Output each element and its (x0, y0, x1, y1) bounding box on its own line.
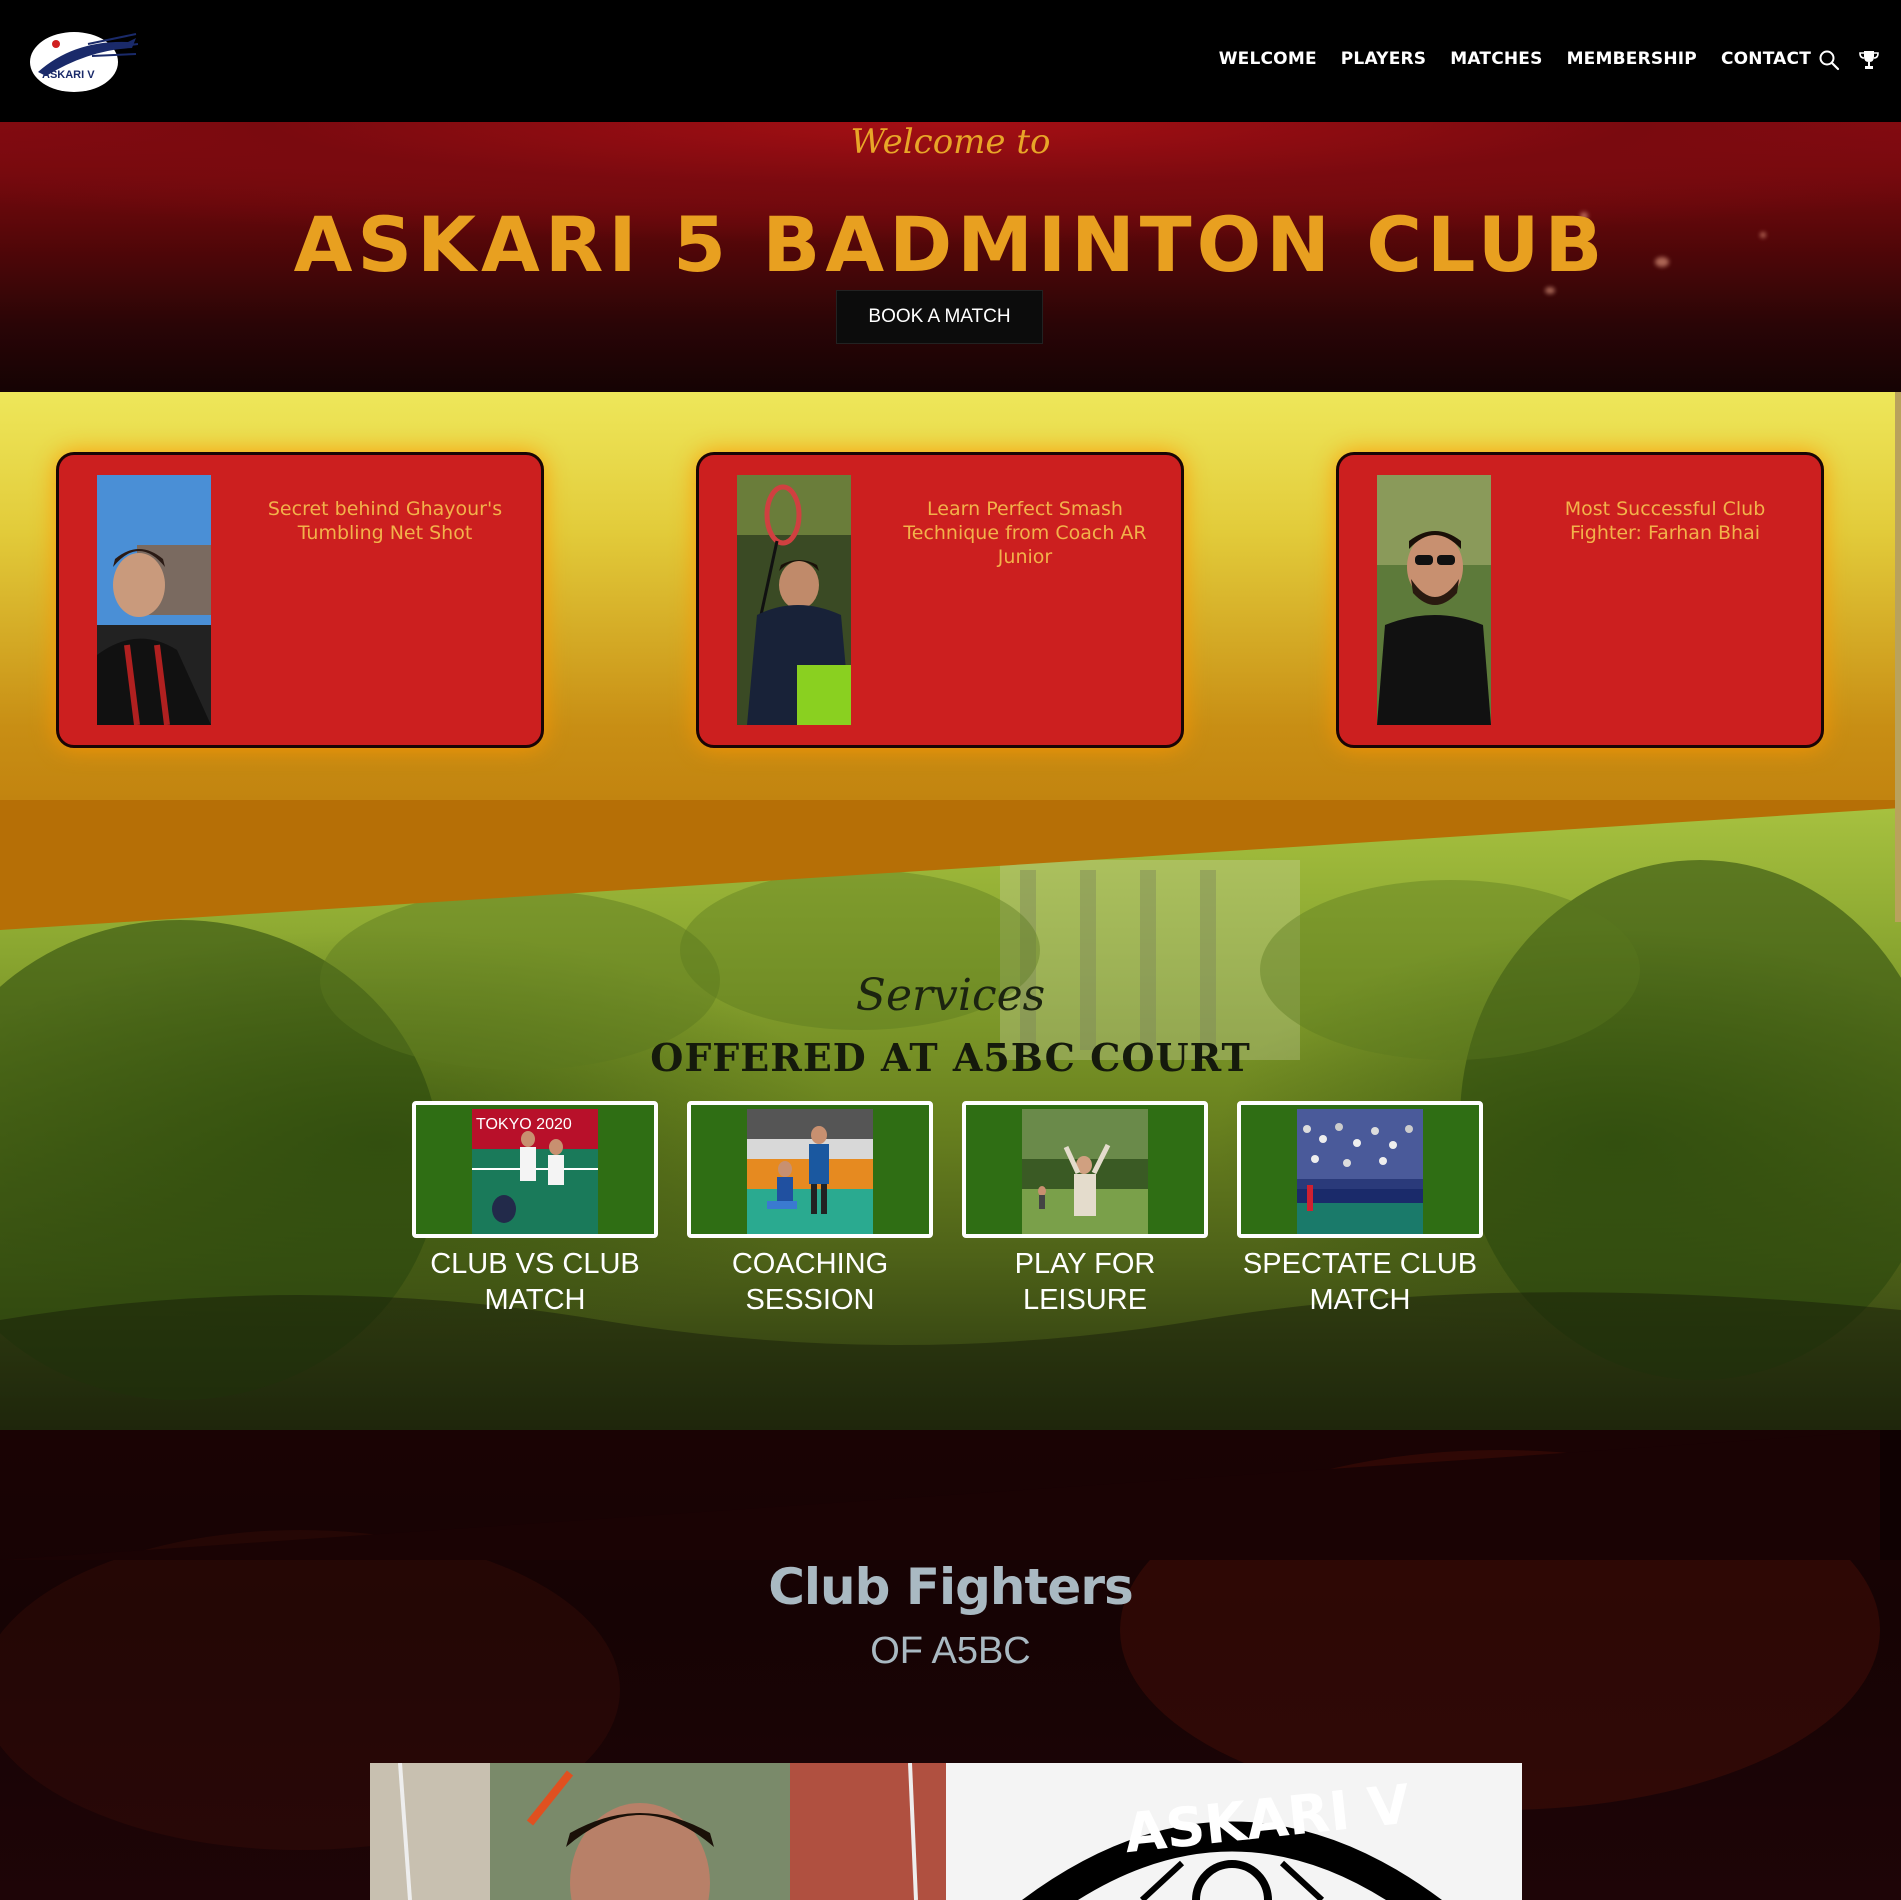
services-script-title: Services (855, 970, 1046, 1021)
service-image-frame: TOKYO 2020 (412, 1101, 658, 1238)
club-logo[interactable]: ASKARI V (28, 30, 138, 94)
service-photo (1022, 1109, 1148, 1234)
nav-membership[interactable]: MEMBERSHIP (1567, 49, 1697, 69)
fighter-photo (370, 1763, 946, 1900)
nav-welcome[interactable]: WELCOME (1219, 49, 1317, 69)
feature-card[interactable]: Learn Perfect Smash Technique from Coach… (696, 452, 1184, 748)
service-label: COACHING SESSION (731, 1248, 889, 1316)
feature-photo (1377, 475, 1491, 725)
service-label: SPECTATE CLUB MATCH (1242, 1248, 1478, 1316)
section-divider (0, 1430, 1901, 1560)
site-header: ASKARI V WELCOME PLAYERS MATCHES MEMBERS… (0, 0, 1901, 122)
hero-banner: Welcome to ASKARI 5 BADMINTON CLUB BOOK … (0, 122, 1901, 392)
feature-card[interactable]: Secret behind Ghayour's Tumbling Net Sho… (56, 452, 544, 748)
page: ASKARI V WELCOME PLAYERS MATCHES MEMBERS… (0, 0, 1901, 1900)
service-card-spectate[interactable]: SPECTATE CLUB MATCH (1237, 1101, 1483, 1318)
feature-card[interactable]: Most Successful Club Fighter: Farhan Bha… (1336, 452, 1824, 748)
svg-text:ASKARI V: ASKARI V (42, 69, 95, 81)
service-label: PLAY FOR LEISURE (1014, 1248, 1156, 1316)
service-card-coaching[interactable]: COACHING SESSION (687, 1101, 933, 1318)
nav-matches[interactable]: MATCHES (1450, 49, 1542, 69)
service-label: CLUB VS CLUB MATCH (430, 1248, 640, 1316)
section-divider (0, 800, 1901, 930)
fighters-title: Club Fighters (768, 1558, 1134, 1616)
service-card-leisure[interactable]: PLAY FOR LEISURE (962, 1101, 1208, 1318)
feature-title: Secret behind Ghayour's Tumbling Net Sho… (267, 498, 503, 544)
book-match-button[interactable]: BOOK A MATCH (836, 290, 1043, 344)
trophy-icon[interactable] (1857, 48, 1881, 72)
svg-text:TOKYO 2020: TOKYO 2020 (476, 1116, 572, 1133)
feature-title: Learn Perfect Smash Technique from Coach… (903, 498, 1147, 568)
club-emblem: ASKARI V (946, 1763, 1522, 1900)
fighters-subtitle: OF A5BC (870, 1630, 1031, 1672)
main-nav: WELCOME PLAYERS MATCHES MEMBERSHIP CONTA… (1219, 49, 1811, 69)
services-title: OFFERED AT A5BC COURT (650, 1035, 1251, 1080)
service-card-club-vs-club[interactable]: TOKYO 2020 CLUB VS CLUB MATCH (412, 1101, 658, 1318)
hero-title: ASKARI 5 BADMINTON CLUB (293, 200, 1608, 289)
service-photo (1297, 1109, 1423, 1234)
service-image-frame (1237, 1101, 1483, 1238)
service-photo: TOKYO 2020 (472, 1109, 598, 1234)
feature-title: Most Successful Club Fighter: Farhan Bha… (1564, 498, 1766, 544)
nav-contact[interactable]: CONTACT (1721, 49, 1811, 69)
service-image-frame (962, 1101, 1208, 1238)
page-scrollbar[interactable] (1895, 392, 1901, 922)
feature-photo (97, 475, 211, 725)
nav-players[interactable]: PLAYERS (1341, 49, 1426, 69)
hero-welcome-text: Welcome to (850, 122, 1051, 162)
search-icon[interactable] (1817, 48, 1841, 72)
service-image-frame (687, 1101, 933, 1238)
service-photo (747, 1109, 873, 1234)
feature-photo (737, 475, 851, 725)
